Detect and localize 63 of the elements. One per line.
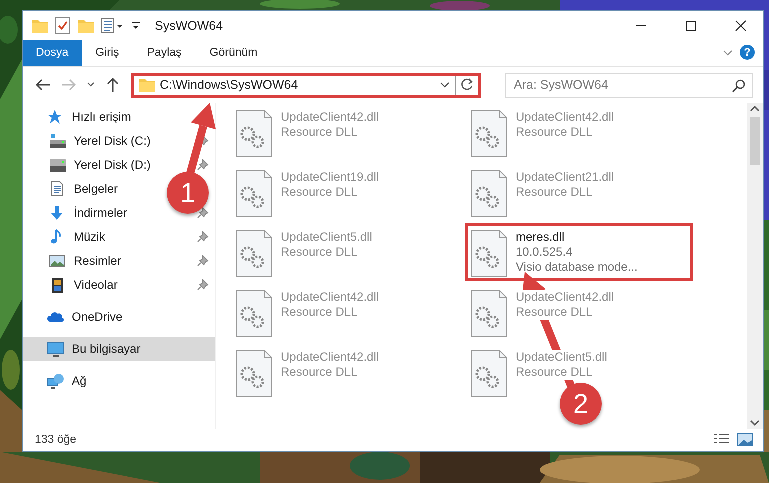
nav-item[interactable]: İndirmeler	[49, 205, 128, 221]
file-detail: Resource DLL	[516, 305, 593, 320]
help-button[interactable]: ?	[740, 45, 755, 60]
file-detail: Visio database mode...	[516, 260, 638, 275]
file-gears-icon	[471, 290, 508, 338]
file-gears-icon	[471, 170, 508, 218]
file-gears-icon	[471, 230, 508, 278]
forward-arrow-icon	[61, 77, 77, 93]
properties-icon[interactable]	[101, 16, 125, 34]
image-icon	[49, 253, 67, 269]
nav-item[interactable]: Belgeler	[49, 181, 118, 197]
nav-item[interactable]: Müzik	[49, 229, 106, 245]
tiles-view-icon[interactable]	[737, 433, 755, 447]
folder-icon	[138, 76, 156, 94]
window-title: SysWOW64	[155, 18, 224, 32]
network-icon	[47, 373, 65, 389]
file-gears-icon	[236, 290, 273, 338]
nav-item[interactable]: Resimler	[49, 253, 122, 269]
ribbon-tab[interactable]: Görünüm	[196, 40, 272, 66]
file-item[interactable]: meres.dll 10.0.525.4 Visio database mode...	[465, 223, 693, 281]
back-arrow-icon	[35, 77, 51, 93]
file-name: UpdateClient5.dll	[281, 230, 372, 245]
checklist-icon[interactable]	[55, 16, 71, 34]
address-path: C:\Windows\SysWOW64	[160, 78, 300, 92]
nav-item[interactable]: OneDrive	[47, 309, 123, 325]
file-name: UpdateClient42.dll	[281, 290, 380, 305]
search-icon[interactable]	[732, 78, 746, 92]
file-gears-icon	[236, 110, 273, 158]
ribbon-tab[interactable]: Giriş	[82, 40, 134, 66]
file-detail: Resource DLL	[516, 365, 593, 380]
up-arrow-icon	[105, 77, 121, 93]
address-bar[interactable]: C:\Windows\SysWOW64	[131, 72, 481, 98]
ribbon-tab[interactable]: Paylaş	[133, 40, 196, 66]
nav-item[interactable]: Hızlı erişim	[47, 109, 132, 125]
nav-item[interactable]: Ağ	[47, 373, 87, 389]
file-name: UpdateClient42.dll	[516, 290, 614, 305]
monitor-icon	[47, 341, 65, 357]
file-name: UpdateClient19.dll	[281, 170, 380, 185]
drive-icon	[49, 133, 67, 149]
file-gears-icon	[471, 350, 508, 398]
file-name: UpdateClient42.dll	[281, 110, 380, 125]
ribbon-tab[interactable]: Dosya	[23, 40, 82, 66]
file-name: meres.dll	[516, 230, 565, 245]
file-name: UpdateClient21.dll	[516, 170, 614, 185]
nav-item[interactable]: Yerel Disk (C:)	[49, 133, 151, 149]
close-icon	[735, 20, 747, 32]
file-gears-icon	[236, 350, 273, 398]
file-gears-icon	[471, 110, 508, 158]
file-name: UpdateClient42.dll	[281, 350, 380, 365]
scrollbar-thumb[interactable]	[750, 117, 760, 165]
refresh-icon[interactable]	[460, 78, 474, 92]
item-count: 133 öğe	[35, 434, 78, 446]
search-field[interactable]: Ara: SysWOW64	[505, 72, 753, 98]
file-name: UpdateClient42.dll	[516, 110, 614, 125]
file-name: UpdateClient5.dll	[516, 350, 608, 365]
drive-icon	[49, 157, 67, 173]
nav-item[interactable]: Yerel Disk (D:)	[49, 157, 151, 173]
file-gears-icon	[236, 230, 273, 278]
nav-item[interactable]: Bu bilgisayar	[23, 337, 215, 361]
nav-item[interactable]: Videolar	[49, 277, 118, 293]
file-detail: 10.0.525.4	[516, 245, 573, 260]
file-gears-icon	[236, 170, 273, 218]
maximize-icon	[685, 20, 697, 32]
